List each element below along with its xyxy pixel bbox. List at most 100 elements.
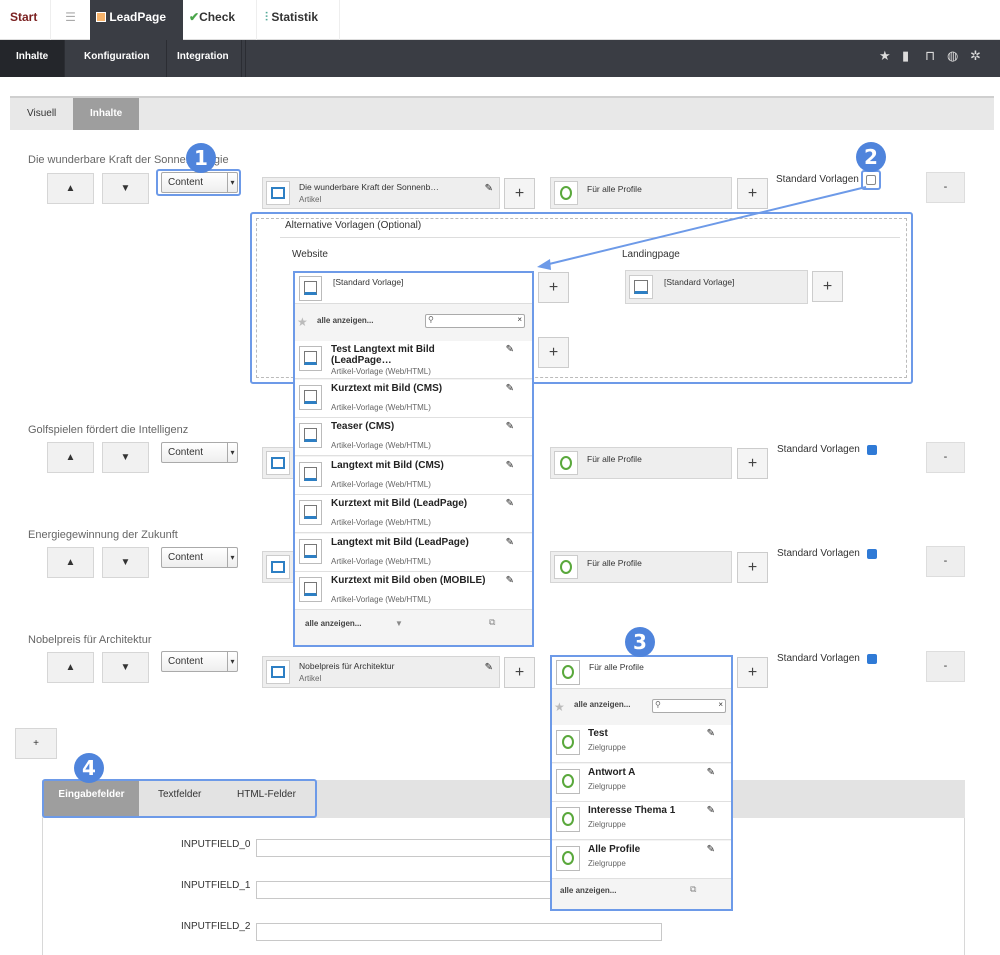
subnav-konfiguration[interactable]: Konfiguration <box>68 40 167 77</box>
move-up-button[interactable]: ▲ <box>47 547 94 578</box>
template-search-input[interactable]: ⚲ × <box>425 314 525 328</box>
copy-icon[interactable]: ⧉ <box>690 884 696 895</box>
pencil-icon[interactable]: ✎ <box>506 460 514 471</box>
website-template-selected[interactable]: [Standard Vorlage] <box>295 273 532 304</box>
template-list-item[interactable]: Langtext mit Bild (CMS) Artikel-Vorlage (… <box>295 456 532 495</box>
article-card[interactable]: Die wunderbare Kraft der Sonnenb… Artike… <box>262 177 500 209</box>
profile-card[interactable]: Für alle Profile <box>550 551 732 583</box>
row-title: Golfspielen fördert die Intelligenz <box>28 424 189 436</box>
profile-list-item[interactable]: Interesse Thema 1 Zielgruppe ✎ <box>552 802 731 840</box>
globe-icon[interactable]: ◍ <box>947 48 958 64</box>
tab-check[interactable]: ✔Check <box>183 0 256 40</box>
profile-item-title: Interesse Thema 1 <box>588 805 676 816</box>
step-badge-4: 4 <box>74 753 104 783</box>
subnav-integration[interactable]: Integration <box>161 40 246 77</box>
highlight-4 <box>42 779 317 818</box>
add-landingpage-template-button[interactable]: + <box>812 271 843 302</box>
move-down-button[interactable]: ▼ <box>102 173 149 204</box>
tab-start[interactable]: Start <box>0 0 47 40</box>
content-select[interactable]: Content ▾ <box>161 651 238 672</box>
move-up-button[interactable]: ▲ <box>47 173 94 204</box>
move-up-button[interactable]: ▲ <box>47 652 94 683</box>
pencil-icon[interactable]: ✎ <box>506 537 514 548</box>
pencil-icon[interactable]: ✎ <box>707 805 715 816</box>
show-all-footer[interactable]: alle anzeigen... <box>305 619 361 628</box>
comment-icon[interactable]: ▮ <box>902 48 909 64</box>
pencil-icon[interactable]: ✎ <box>506 383 514 394</box>
close-icon[interactable]: × <box>718 700 723 709</box>
profile-list-item[interactable]: Test Zielgruppe ✎ <box>552 725 731 763</box>
add-website-template-button[interactable]: + <box>538 272 569 303</box>
standard-vorlagen-checkbox[interactable] <box>867 654 877 664</box>
show-all-link[interactable]: alle anzeigen... <box>574 700 630 709</box>
show-all-footer[interactable]: alle anzeigen... <box>560 886 616 895</box>
chevron-down-icon: ▾ <box>227 548 237 567</box>
template-list-item[interactable]: Kurztext mit Bild oben (MOBILE) Artikel-V… <box>295 572 532 610</box>
standard-vorlagen-checkbox[interactable] <box>867 549 877 559</box>
chevron-down-icon[interactable]: ▼ <box>395 619 403 628</box>
article-card[interactable] <box>262 447 296 479</box>
move-down-button[interactable]: ▼ <box>102 652 149 683</box>
template-item-type: Artikel-Vorlage (Web/HTML) <box>331 518 431 527</box>
article-card[interactable] <box>262 551 296 583</box>
content-select[interactable]: Content ▾ <box>161 547 238 568</box>
close-icon[interactable]: × <box>517 315 522 324</box>
add-row-button[interactable]: + <box>15 728 57 759</box>
star-icon[interactable]: ★ <box>297 315 308 329</box>
standard-vorlagen-label: Standard Vorlagen <box>776 174 859 185</box>
move-down-button[interactable]: ▼ <box>102 442 149 473</box>
template-list-item[interactable]: Kurztext mit Bild (LeadPage) Artikel-Vorl… <box>295 495 532 533</box>
move-down-button[interactable]: ▼ <box>102 547 149 578</box>
move-up-button[interactable]: ▲ <box>47 442 94 473</box>
template-list-item[interactable]: Test Langtext mit Bild (LeadPage… Artikel… <box>295 341 532 379</box>
pencil-icon[interactable]: ✎ <box>707 728 715 739</box>
add-article-button[interactable]: + <box>504 657 535 688</box>
tab-inhalte[interactable]: Inhalte <box>73 98 140 130</box>
list-icon[interactable]: ☰ <box>50 0 90 40</box>
copy-icon[interactable]: ⧉ <box>489 617 495 628</box>
pencil-icon[interactable]: ✎ <box>506 498 514 509</box>
profile-card[interactable]: Für alle Profile <box>550 447 732 479</box>
add-article-button[interactable]: + <box>504 178 535 209</box>
remove-row-button[interactable]: - <box>926 172 965 203</box>
pencil-icon[interactable]: ✎ <box>485 183 493 194</box>
profile-card[interactable]: Für alle Profile <box>550 177 732 209</box>
remove-row-button[interactable]: - <box>926 442 965 473</box>
unlock-icon[interactable]: ⊓ <box>925 48 935 64</box>
show-all-link[interactable]: alle anzeigen... <box>317 316 373 325</box>
gear-icon[interactable]: ✲ <box>970 48 981 64</box>
template-list-item[interactable]: Langtext mit Bild (LeadPage) Artikel-Vorl… <box>295 533 532 572</box>
profile-list-item[interactable]: Antwort A Zielgruppe ✎ <box>552 763 731 802</box>
add-profile-button[interactable]: + <box>737 552 768 583</box>
profile-selected[interactable]: Für alle Profile <box>552 657 731 689</box>
remove-row-button[interactable]: - <box>926 651 965 682</box>
landingpage-template-card[interactable]: [Standard Vorlage] <box>625 270 808 304</box>
add-profile-button[interactable]: + <box>737 448 768 479</box>
add-profile-button[interactable]: + <box>737 657 768 688</box>
inputfield-2[interactable] <box>256 923 662 941</box>
star-icon[interactable]: ★ <box>879 48 891 64</box>
tab-statistik[interactable]: ⫶ Statistik <box>256 0 340 40</box>
pencil-icon[interactable]: ✎ <box>506 421 514 432</box>
template-item-title: Langtext mit Bild (CMS) <box>331 459 444 471</box>
pencil-icon[interactable]: ✎ <box>707 767 715 778</box>
pencil-icon[interactable]: ✎ <box>506 575 514 586</box>
profile-list-item[interactable]: Alle Profile Zielgruppe ✎ <box>552 840 731 879</box>
star-icon[interactable]: ★ <box>554 700 565 714</box>
pencil-icon[interactable]: ✎ <box>485 662 493 673</box>
add-template-button[interactable]: + <box>538 337 569 368</box>
remove-row-button[interactable]: - <box>926 546 965 577</box>
tab-leadpage[interactable]: LeadPage <box>90 0 183 40</box>
content-select[interactable]: Content ▾ <box>161 442 238 463</box>
tab-visuell[interactable]: Visuell <box>10 98 73 130</box>
article-card[interactable]: Nobelpreis für Architektur Artikel ✎ <box>262 656 500 688</box>
add-profile-button[interactable]: + <box>737 178 768 209</box>
template-list-item[interactable]: Kurztext mit Bild (CMS) Artikel-Vorlage (… <box>295 379 532 418</box>
pencil-icon[interactable]: ✎ <box>707 844 715 855</box>
subnav-inhalte[interactable]: Inhalte <box>0 40 66 77</box>
pencil-icon[interactable]: ✎ <box>506 344 514 355</box>
profile-search-input[interactable]: ⚲ × <box>652 699 726 713</box>
article-icon <box>266 555 290 579</box>
standard-vorlagen-checkbox[interactable] <box>867 445 877 455</box>
template-list-item[interactable]: Teaser (CMS) Artikel-Vorlage (Web/HTML) ✎ <box>295 418 532 456</box>
